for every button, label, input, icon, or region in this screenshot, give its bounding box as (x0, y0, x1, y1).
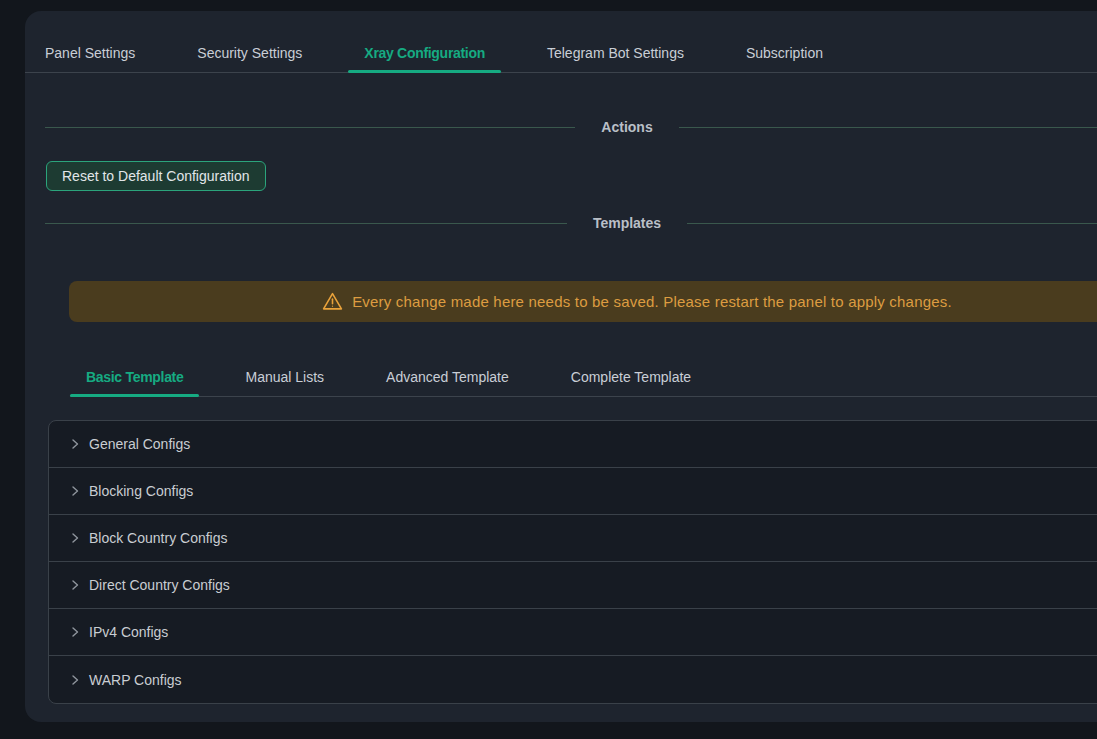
tab-xray-configuration[interactable]: Xray Configuration (348, 11, 501, 72)
chevron-right-icon (69, 485, 81, 497)
page: Panel Settings Security Settings Xray Co… (0, 0, 1097, 739)
accordion-item-label: IPv4 Configs (89, 624, 168, 640)
tab-subscription[interactable]: Subscription (730, 11, 839, 72)
templates-divider: Templates (45, 212, 1097, 234)
accordion-item-ipv4-configs[interactable]: IPv4 Configs (49, 609, 1097, 656)
templates-divider-label: Templates (567, 215, 687, 231)
accordion-item-blocking-configs[interactable]: Blocking Configs (49, 468, 1097, 515)
settings-card: Panel Settings Security Settings Xray Co… (25, 11, 1097, 722)
warning-triangle-icon (322, 291, 343, 312)
configs-accordion: General Configs Blocking Configs Block C… (48, 420, 1097, 704)
accordion-item-label: Direct Country Configs (89, 577, 230, 593)
tab-manual-lists[interactable]: Manual Lists (229, 357, 340, 396)
chevron-right-icon (69, 626, 81, 638)
tab-telegram-bot-settings[interactable]: Telegram Bot Settings (531, 11, 700, 72)
template-tab-bar: Basic Template Manual Lists Advanced Tem… (70, 357, 1097, 397)
accordion-item-label: WARP Configs (89, 672, 182, 688)
warning-alert-message: Every change made here needs to be saved… (352, 293, 952, 310)
accordion-item-warp-configs[interactable]: WARP Configs (49, 656, 1097, 703)
actions-divider: Actions (45, 116, 1097, 138)
accordion-item-direct-country-configs[interactable]: Direct Country Configs (49, 562, 1097, 609)
tab-panel-settings[interactable]: Panel Settings (29, 11, 151, 72)
main-tab-bar: Panel Settings Security Settings Xray Co… (25, 11, 1097, 73)
chevron-right-icon (69, 438, 81, 450)
reset-to-default-button[interactable]: Reset to Default Configuration (46, 161, 266, 191)
accordion-item-general-configs[interactable]: General Configs (49, 421, 1097, 468)
chevron-right-icon (69, 532, 81, 544)
chevron-right-icon (69, 674, 81, 686)
warning-alert: Every change made here needs to be saved… (69, 281, 1097, 322)
tab-basic-template[interactable]: Basic Template (70, 357, 199, 396)
accordion-item-block-country-configs[interactable]: Block Country Configs (49, 515, 1097, 562)
tab-advanced-template[interactable]: Advanced Template (370, 357, 525, 396)
accordion-item-label: Block Country Configs (89, 530, 228, 546)
accordion-item-label: General Configs (89, 436, 190, 452)
tab-complete-template[interactable]: Complete Template (555, 357, 707, 396)
chevron-right-icon (69, 579, 81, 591)
actions-divider-label: Actions (575, 119, 678, 135)
accordion-item-label: Blocking Configs (89, 483, 193, 499)
tab-security-settings[interactable]: Security Settings (181, 11, 318, 72)
